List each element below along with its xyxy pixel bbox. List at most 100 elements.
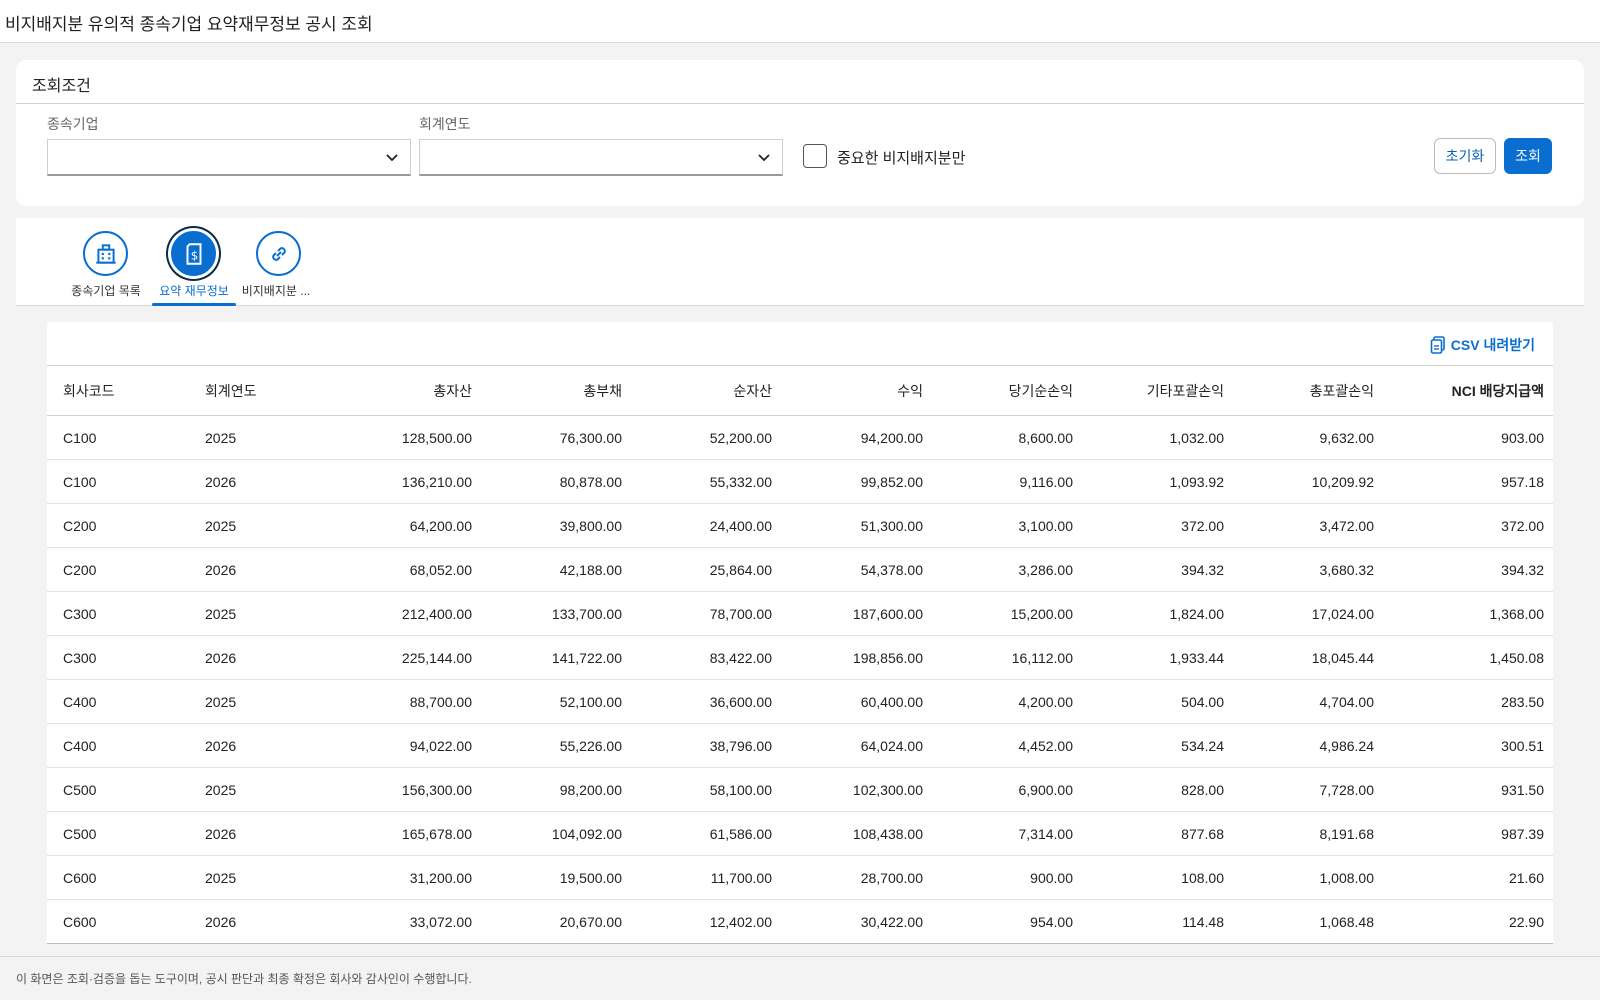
table-cell: 20,670.00 [559, 913, 622, 930]
table-cell: 108,438.00 [852, 825, 923, 842]
table-cell: 7,314.00 [1018, 825, 1074, 842]
table-cell: 394.32 [1181, 561, 1224, 578]
table-header-row: 회사코드 회계연도 총자산 총부채 순자산 수익 당기순손익 기타포괄손익 총포… [47, 365, 1553, 416]
table-cell: 18,045.44 [1311, 649, 1374, 666]
table-cell: 104,092.00 [551, 825, 622, 842]
table-cell: 4,452.00 [1018, 737, 1074, 754]
table-row[interactable]: C500 2026 165,678.00 104,092.00 61,586.00 108… [47, 812, 1553, 856]
table-cell: 156,300.00 [401, 781, 472, 798]
table-row[interactable]: C300 2026 225,144.00 141,722.00 83,422.00 198… [47, 636, 1553, 680]
table-row[interactable]: C200 2026 68,052.00 42,188.00 25,864.00 54,37… [47, 548, 1553, 592]
table-cell: 80,878.00 [559, 473, 622, 490]
table-row[interactable]: C300 2025 212,400.00 133,700.00 78,700.00 187… [47, 592, 1553, 636]
table-cell: 54,378.00 [860, 561, 923, 578]
table-cell: 114.48 [1182, 913, 1224, 930]
building-icon [83, 231, 128, 276]
table-cell: 2026 [205, 649, 237, 666]
table-cell: 60,400.00 [860, 693, 923, 710]
table-cell: 2026 [205, 737, 237, 754]
table-cell: 102,300.00 [852, 781, 923, 798]
tab-nci[interactable]: 비지배지분 ... [238, 218, 314, 306]
table-cell: C200 [63, 561, 97, 578]
significant-only-checkbox[interactable] [803, 144, 827, 168]
table-cell: 2025 [205, 869, 237, 886]
table-cell: 10,209.92 [1311, 473, 1374, 490]
table-cell: 94,022.00 [409, 737, 472, 754]
table-cell: 98,200.00 [559, 781, 622, 798]
table-cell: C600 [63, 869, 97, 886]
column-header[interactable]: NCI 배당지급액 [1383, 366, 1553, 416]
table-cell: 6,900.00 [1018, 781, 1074, 798]
table-cell: 9,116.00 [1019, 473, 1073, 490]
table-cell: 141,722.00 [551, 649, 622, 666]
tab-label: 비지배지분 ... [241, 284, 311, 298]
table-cell: 4,986.24 [1319, 737, 1375, 754]
table-cell: 1,824.00 [1169, 605, 1225, 622]
table-row[interactable]: C100 2025 128,500.00 76,300.00 52,200.00 94,2… [47, 416, 1553, 460]
table-cell: 828.00 [1181, 781, 1224, 798]
csv-download-button[interactable]: CSV 내려받기 [1430, 335, 1535, 355]
fiscal-year-select[interactable] [419, 139, 783, 176]
table-cell: 55,332.00 [709, 473, 772, 490]
subsidiary-select[interactable] [47, 139, 411, 176]
table-cell: 42,188.00 [559, 561, 622, 578]
table-cell: 1,933.44 [1169, 649, 1225, 666]
table-cell: C100 [63, 473, 97, 490]
app-header: 비지배지분 유의적 종속기업 요약재무정보 공시 조회 [0, 0, 1600, 43]
table-cell: 1,093.92 [1169, 473, 1225, 490]
finance-document-icon: $ [171, 231, 216, 276]
column-header[interactable]: 총자산 [331, 366, 481, 416]
table-cell: C500 [63, 825, 97, 842]
table-cell: 9,632.00 [1319, 429, 1375, 446]
table-row[interactable]: C600 2026 33,072.00 20,670.00 12,402.00 30,42… [47, 900, 1553, 944]
table-cell: 22.90 [1508, 913, 1544, 930]
tab-summary-financials[interactable]: $ 요약 재무정보 [152, 218, 236, 306]
column-header[interactable]: 총부채 [481, 366, 631, 416]
csv-download-label: CSV 내려받기 [1450, 337, 1535, 353]
table-cell: 1,368.00 [1489, 605, 1545, 622]
table-row[interactable]: C400 2025 88,700.00 52,100.00 36,600.00 60,40… [47, 680, 1553, 724]
reset-button[interactable]: 초기화 [1434, 138, 1496, 174]
significant-only-label: 중요한 비지배지분만 [837, 150, 966, 167]
table-row[interactable]: C400 2026 94,022.00 55,226.00 38,796.00 64,02… [47, 724, 1553, 768]
table-cell: 76,300.00 [559, 429, 622, 446]
page-title: 비지배지분 유의적 종속기업 요약재무정보 공시 조회 [5, 15, 373, 34]
table-cell: C400 [63, 737, 97, 754]
table-cell: 4,704.00 [1319, 693, 1375, 710]
table-cell: 372.00 [1501, 517, 1544, 534]
table-cell: 128,500.00 [401, 429, 472, 446]
column-header[interactable]: 기타포괄손익 [1082, 366, 1233, 416]
conditions-title: 조회조건 [32, 78, 91, 95]
search-button[interactable]: 조회 [1504, 138, 1552, 174]
tab-bar: 종속기업 목록 $ 요약 재무정보 비지배지분 ... [16, 218, 1584, 306]
table-cell: 4,200.00 [1018, 693, 1074, 710]
table-cell: 15,200.00 [1010, 605, 1073, 622]
table-cell: 2026 [205, 473, 237, 490]
table-cell: 55,226.00 [559, 737, 622, 754]
table-cell: 1,032.00 [1169, 429, 1225, 446]
table-cell: 38,796.00 [709, 737, 772, 754]
table-row[interactable]: C600 2025 31,200.00 19,500.00 11,700.00 28,70… [47, 856, 1553, 900]
tab-subsidiary-list[interactable]: 종속기업 목록 [64, 218, 148, 306]
table-cell: 83,422.00 [709, 649, 772, 666]
column-header[interactable]: 회계연도 [189, 366, 331, 416]
table-cell: 504.00 [1181, 693, 1224, 710]
table-cell: 8,191.68 [1319, 825, 1375, 842]
table-cell: 24,400.00 [709, 517, 772, 534]
table-cell: 187,600.00 [852, 605, 923, 622]
table-row[interactable]: C500 2025 156,300.00 98,200.00 58,100.00 102,… [47, 768, 1553, 812]
column-header[interactable]: 당기순손익 [932, 366, 1082, 416]
column-header[interactable]: 회사코드 [47, 366, 189, 416]
column-header[interactable]: 수익 [781, 366, 932, 416]
table-cell: 954.00 [1030, 913, 1073, 930]
table-cell: C600 [63, 913, 97, 930]
table-cell: 903.00 [1501, 429, 1544, 446]
table-cell: 2026 [205, 825, 237, 842]
table-row[interactable]: C100 2026 136,210.00 80,878.00 55,332.00 99,8… [47, 460, 1553, 504]
table-row[interactable]: C200 2025 64,200.00 39,800.00 24,400.00 51,30… [47, 504, 1553, 548]
table-cell: 7,728.00 [1319, 781, 1375, 798]
footer: 이 화면은 조회·검증을 돕는 도구이며, 공시 판단과 최종 확정은 회사와 … [0, 956, 1600, 1000]
column-header[interactable]: 순자산 [631, 366, 781, 416]
table-cell: 198,856.00 [852, 649, 923, 666]
column-header[interactable]: 총포괄손익 [1233, 366, 1383, 416]
